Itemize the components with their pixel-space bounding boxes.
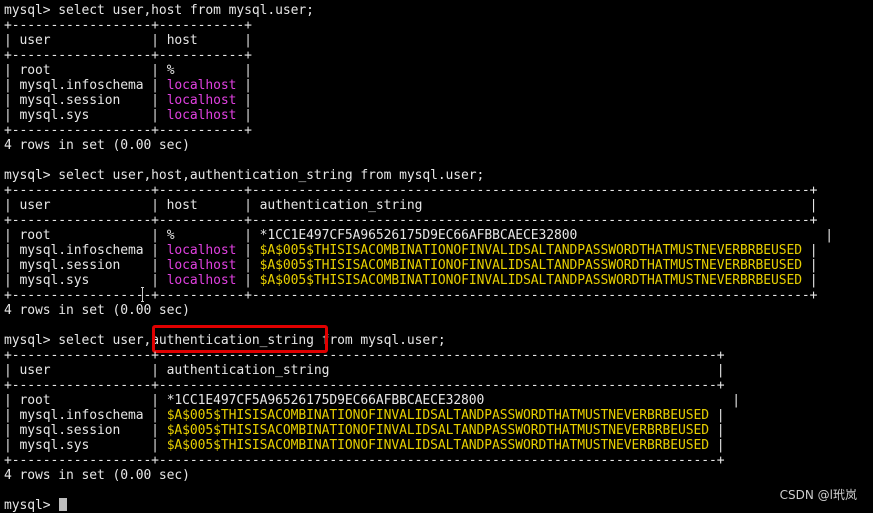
table-border: +------------------+--------------------… — [4, 348, 725, 363]
table-row: | mysql.infoschema | $A$005$THISISACOMBI… — [4, 408, 725, 423]
table-border: +------------------+--------------------… — [4, 378, 725, 393]
command-line: mysql> select user,host from mysql.user; — [4, 3, 314, 18]
table-header: | user | host | — [4, 33, 252, 48]
table-border: +------------------+-----------+ — [4, 123, 252, 138]
table-border: +------------------+-----------+ — [4, 18, 252, 33]
table-row: | mysql.infoschema | localhost | $A$005$… — [4, 243, 818, 258]
table-row: | mysql.infoschema | localhost | — [4, 78, 252, 93]
watermark: CSDN @l玳岚 — [779, 488, 857, 502]
result-line: 4 rows in set (0.00 sec) — [4, 138, 190, 153]
table-border: +------------------+-----------+--------… — [4, 288, 818, 303]
text-cursor — [59, 498, 67, 511]
command-line: mysql> select user,host,authentication_s… — [4, 168, 485, 183]
table-row: | mysql.sys | $A$005$THISISACOMBINATIONO… — [4, 438, 725, 453]
result-line: 4 rows in set (0.00 sec) — [4, 303, 190, 318]
table-row: | root | *1CC1E497CF5A96526175D9EC66AFBB… — [4, 393, 740, 408]
prompt-line[interactable]: mysql> — [4, 498, 58, 513]
table-header: | user | host | authentication_string | — [4, 198, 818, 213]
table-row: | mysql.session | localhost | $A$005$THI… — [4, 258, 818, 273]
table-row: | mysql.session | localhost | — [4, 93, 252, 108]
table-border: +------------------+-----------+ — [4, 48, 252, 63]
table-border: +------------------+-----------+--------… — [4, 183, 818, 198]
mouse-ibeam-icon — [141, 287, 144, 302]
table-header: | user | authentication_string | — [4, 363, 725, 378]
table-border: +------------------+--------------------… — [4, 453, 725, 468]
table-row: | root | % | *1CC1E497CF5A96526175D9EC66… — [4, 228, 833, 243]
table-border: +------------------+-----------+--------… — [4, 213, 818, 228]
result-line: 4 rows in set (0.00 sec) — [4, 468, 190, 483]
table-row: | mysql.sys | localhost | — [4, 108, 252, 123]
table-row: | mysql.session | $A$005$THISISACOMBINAT… — [4, 423, 725, 438]
table-row: | root | % | — [4, 63, 252, 78]
table-row: | mysql.sys | localhost | $A$005$THISISA… — [4, 273, 818, 288]
